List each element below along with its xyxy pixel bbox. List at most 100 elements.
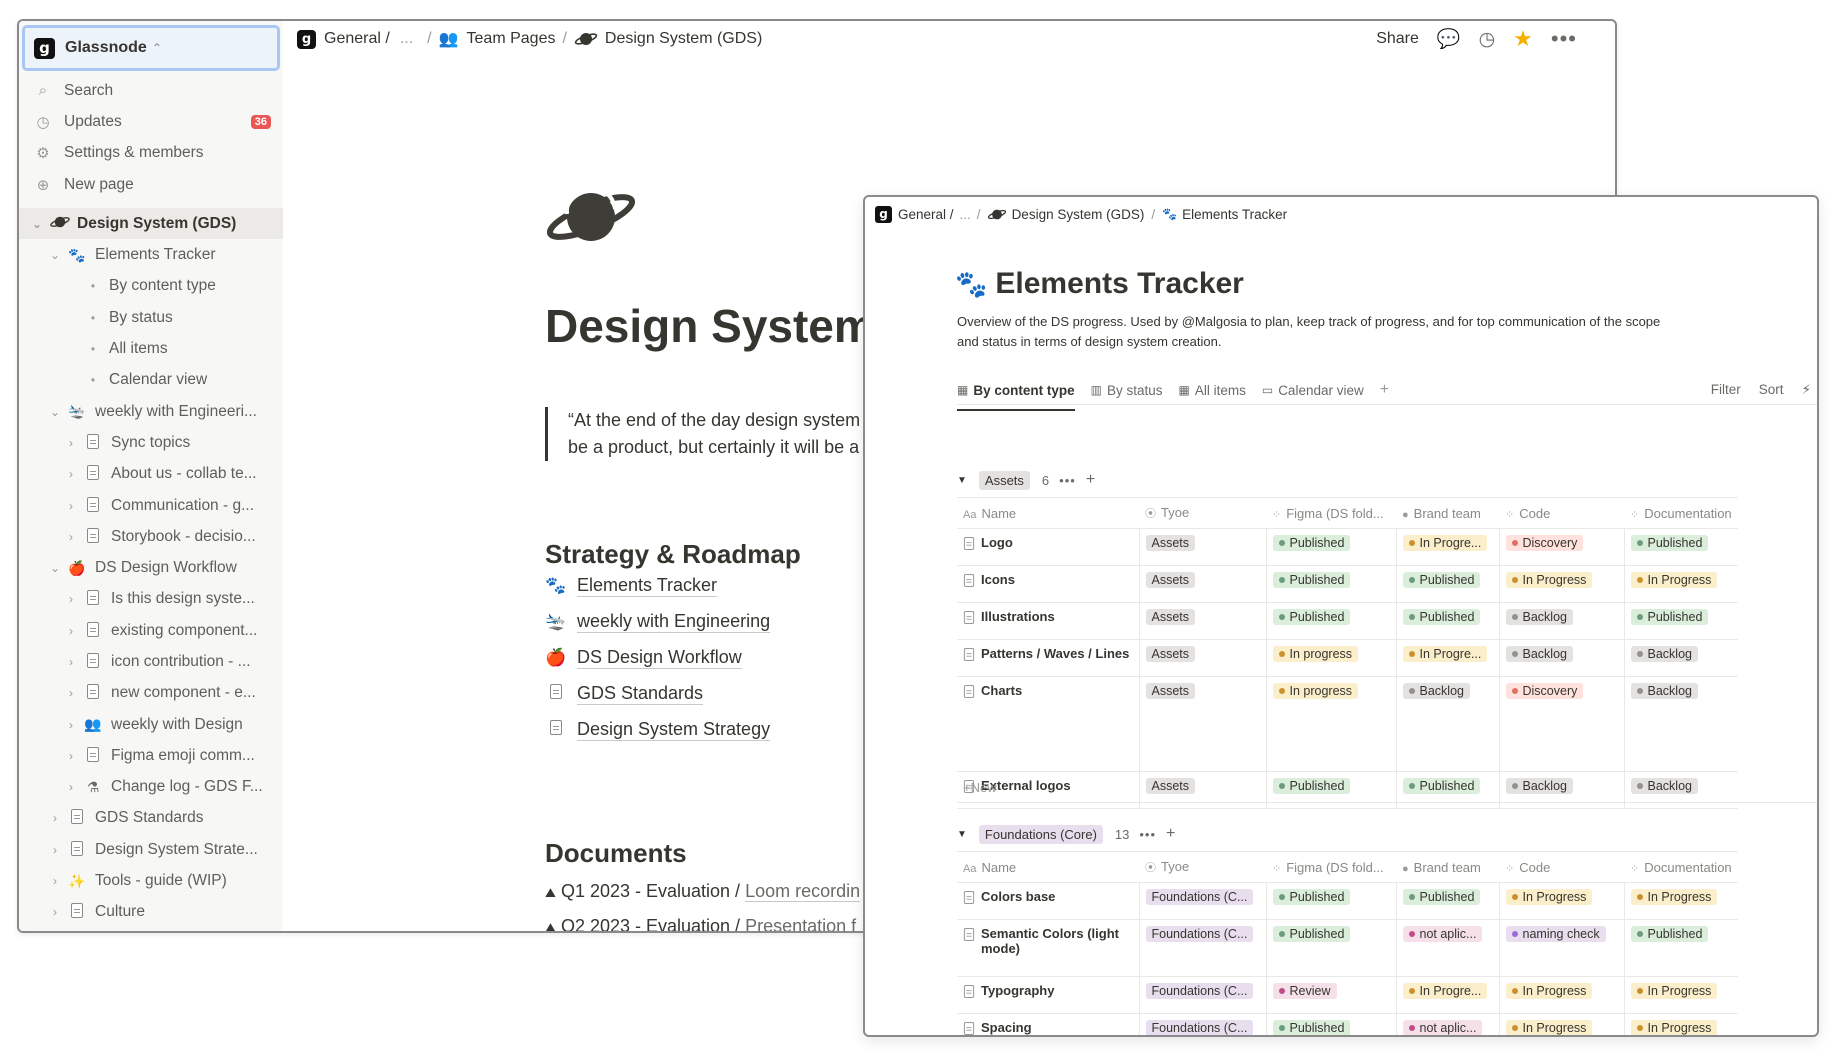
- more-icon[interactable]: •••: [1551, 26, 1577, 52]
- column-header[interactable]: ⁘ Figma (DS fold...: [1266, 497, 1396, 529]
- cell-brand[interactable]: Backlog: [1396, 676, 1500, 772]
- document-link[interactable]: Presentation f: [745, 916, 857, 931]
- chevron-right-icon[interactable]: ›: [63, 780, 79, 794]
- status-pill[interactable]: In progress: [1272, 646, 1359, 662]
- column-header[interactable]: Aa Name: [957, 851, 1139, 883]
- row-title[interactable]: Icons: [963, 572, 1133, 588]
- sidebar-item-page[interactable]: › new component - e...: [19, 678, 283, 709]
- chevron-right-icon[interactable]: ›: [47, 905, 63, 919]
- type-pill[interactable]: Foundations (C...: [1145, 1020, 1254, 1035]
- status-pill[interactable]: Published: [1272, 535, 1351, 551]
- link-ds-design-workflow[interactable]: 🍎 DS Design Workflow: [545, 643, 742, 673]
- add-view-icon[interactable]: +: [1380, 381, 1389, 399]
- status-pill[interactable]: In Progress: [1505, 1020, 1593, 1035]
- status-pill[interactable]: In Progre...: [1402, 983, 1488, 999]
- sidebar-item-page[interactable]: › Sync topics: [19, 427, 283, 458]
- comment-icon[interactable]: 💬: [1437, 27, 1461, 51]
- table-row[interactable]: Semantic Colors (light mode) Foundations …: [957, 919, 1738, 977]
- column-header[interactable]: ⁘ Code: [1499, 851, 1624, 883]
- cell-figma[interactable]: In progress: [1266, 676, 1397, 772]
- sidebar-item-culture[interactable]: › Culture: [19, 897, 283, 928]
- chevron-right-icon[interactable]: ›: [63, 655, 79, 669]
- sidebar-item-weekly-design[interactable]: › 👥 weekly with Design: [19, 709, 283, 740]
- row-title[interactable]: Charts: [963, 683, 1133, 699]
- cell-name[interactable]: Icons: [957, 565, 1140, 603]
- more-icon[interactable]: •••: [1139, 827, 1156, 842]
- status-pill[interactable]: Published: [1272, 889, 1351, 905]
- column-header[interactable]: ⁘ Documentation: [1624, 497, 1738, 529]
- status-pill[interactable]: Published: [1402, 889, 1481, 905]
- cell-name[interactable]: Illustrations: [957, 602, 1140, 640]
- link-weekly-engineering[interactable]: 🛬 weekly with Engineering: [545, 607, 771, 637]
- chevron-right-icon[interactable]: ›: [47, 843, 63, 857]
- sort-button[interactable]: Sort: [1759, 382, 1784, 398]
- cell-brand[interactable]: In Progre...: [1396, 976, 1500, 1014]
- status-pill[interactable]: naming check: [1505, 926, 1606, 942]
- cell-brand[interactable]: Published: [1396, 882, 1500, 920]
- chevron-down-icon[interactable]: ⌄: [47, 248, 63, 262]
- cell-brand[interactable]: not aplic...: [1396, 919, 1500, 977]
- status-pill[interactable]: Published: [1630, 926, 1709, 942]
- cell-brand[interactable]: Published: [1396, 565, 1500, 603]
- tab-by-status[interactable]: ▥ By status: [1091, 375, 1163, 405]
- add-icon[interactable]: +: [1086, 471, 1095, 489]
- breadcrumb-design-system[interactable]: Design System (GDS): [1012, 207, 1145, 222]
- breadcrumb-ellipsis[interactable]: ...: [400, 30, 413, 48]
- cell-code[interactable]: In Progress: [1499, 1013, 1625, 1035]
- cell-figma[interactable]: Published: [1266, 528, 1397, 566]
- table-row[interactable]: Charts Assets In progress Backlog Discovery B…: [957, 676, 1738, 772]
- chevron-right-icon[interactable]: ›: [47, 811, 63, 825]
- cell-figma[interactable]: Published: [1266, 919, 1397, 977]
- cell-name[interactable]: Colors base: [957, 882, 1140, 920]
- status-pill[interactable]: In Progress: [1630, 572, 1718, 588]
- status-pill[interactable]: In progress: [1272, 683, 1359, 699]
- cell-name[interactable]: Spacing: [957, 1013, 1140, 1035]
- status-pill[interactable]: In Progre...: [1402, 646, 1488, 662]
- tab-calendar-view[interactable]: ▭ Calendar view: [1262, 375, 1364, 405]
- type-pill[interactable]: Assets: [1145, 646, 1196, 662]
- column-header[interactable]: Aa Name: [957, 497, 1139, 529]
- sidebar-item-weekly-engineering[interactable]: ⌄ 🛬 weekly with Engineeri...: [19, 396, 283, 427]
- type-pill[interactable]: Foundations (C...: [1145, 889, 1254, 905]
- table-row[interactable]: Typography Foundations (C... Review In Prog…: [957, 976, 1738, 1014]
- sidebar-action-updates[interactable]: ◷ Updates 36: [19, 106, 283, 137]
- chevron-down-icon[interactable]: ⌄: [29, 217, 45, 231]
- status-pill[interactable]: Published: [1402, 572, 1481, 588]
- link-design-system-strategy[interactable]: Design System Strategy: [545, 715, 771, 745]
- cell-doc[interactable]: In Progress: [1624, 976, 1738, 1014]
- sidebar-item-page[interactable]: › Communication - g...: [19, 490, 283, 521]
- sidebar-item-page[interactable]: › icon contribution - ...: [19, 646, 283, 677]
- cell-type[interactable]: Foundations (C...: [1139, 1013, 1267, 1035]
- row-title[interactable]: Illustrations: [963, 609, 1133, 625]
- filter-button[interactable]: Filter: [1711, 382, 1741, 398]
- column-header[interactable]: ● Brand team: [1396, 497, 1499, 529]
- status-pill[interactable]: In Progress: [1505, 572, 1593, 588]
- chevron-right-icon[interactable]: ›: [63, 592, 79, 606]
- chevron-down-icon[interactable]: ⌄: [47, 561, 63, 575]
- cell-type[interactable]: Assets: [1139, 639, 1267, 677]
- cell-brand[interactable]: In Progre...: [1396, 528, 1500, 566]
- status-pill[interactable]: In Progress: [1630, 889, 1718, 905]
- automation-icon[interactable]: ⚡: [1802, 382, 1811, 398]
- row-title[interactable]: Typography: [963, 983, 1133, 999]
- status-pill[interactable]: not aplic...: [1402, 1020, 1483, 1035]
- link-elements-tracker[interactable]: 🐾 Elements Tracker: [545, 571, 718, 601]
- status-pill[interactable]: Published: [1630, 609, 1709, 625]
- breadcrumb-team-pages[interactable]: Team Pages: [467, 30, 556, 48]
- chevron-right-icon[interactable]: ›: [63, 718, 79, 732]
- sidebar-item-page[interactable]: › Is this design syste...: [19, 584, 283, 615]
- cell-brand[interactable]: Published: [1396, 602, 1500, 640]
- cell-doc[interactable]: In Progress: [1624, 882, 1738, 920]
- table-row[interactable]: Patterns / Waves / Lines Assets In progres…: [957, 639, 1738, 677]
- status-pill[interactable]: Published: [1272, 926, 1351, 942]
- cell-figma[interactable]: Published: [1266, 602, 1397, 640]
- status-pill[interactable]: In Progress: [1505, 889, 1593, 905]
- type-pill[interactable]: Foundations (C...: [1145, 983, 1254, 999]
- sidebar-item-view[interactable]: • By status: [19, 302, 283, 333]
- status-pill[interactable]: not aplic...: [1402, 926, 1483, 942]
- status-pill[interactable]: Published: [1402, 609, 1481, 625]
- chevron-right-icon[interactable]: ›: [63, 624, 79, 638]
- cell-figma[interactable]: In progress: [1266, 639, 1397, 677]
- column-header[interactable]: ⁘ Documentation: [1624, 851, 1738, 883]
- status-pill[interactable]: Backlog: [1630, 683, 1698, 699]
